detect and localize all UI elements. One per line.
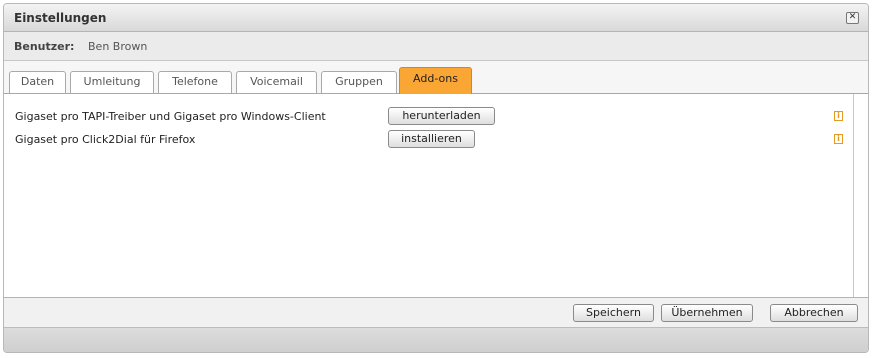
dialog-footer: Speichern Übernehmen Abbrechen — [4, 298, 868, 328]
addon-row-tapi: Gigaset pro TAPI-Treiber und Gigaset pro… — [4, 106, 868, 128]
tab-add-ons[interactable]: Add-ons — [399, 67, 472, 94]
save-button[interactable]: Speichern — [573, 304, 654, 322]
tab-voicemail[interactable]: Voicemail — [236, 71, 317, 93]
tab-gruppen[interactable]: Gruppen — [321, 71, 397, 93]
apply-button[interactable]: Übernehmen — [661, 304, 753, 322]
settings-dialog: Einstellungen ✕ Benutzer: Ben Brown Date… — [3, 3, 869, 353]
dialog-title: Einstellungen — [14, 11, 107, 25]
tab-umleitung[interactable]: Umleitung — [70, 71, 154, 93]
close-icon[interactable]: ✕ — [846, 12, 859, 24]
info-icon[interactable]: i — [834, 134, 843, 144]
tab-daten[interactable]: Daten — [9, 71, 66, 93]
cancel-button[interactable]: Abbrechen — [770, 304, 858, 322]
user-label: Benutzer: — [14, 40, 75, 53]
user-name: Ben Brown — [88, 40, 148, 53]
addons-panel: Gigaset pro TAPI-Treiber und Gigaset pro… — [4, 94, 868, 298]
addon-label: Gigaset pro Click2Dial für Firefox — [15, 133, 196, 146]
addon-row-click2dial: Gigaset pro Click2Dial für Firefox insta… — [4, 129, 868, 151]
user-info-bar: Benutzer: Ben Brown — [4, 32, 868, 61]
tab-telefone[interactable]: Telefone — [158, 71, 232, 93]
tab-strip: Daten Umleitung Telefone Voicemail Grupp… — [4, 61, 868, 94]
download-button[interactable]: herunterladen — [388, 107, 495, 125]
addon-label: Gigaset pro TAPI-Treiber und Gigaset pro… — [15, 110, 326, 123]
status-bar — [4, 328, 868, 352]
title-bar: Einstellungen ✕ — [4, 4, 868, 32]
install-button[interactable]: installieren — [388, 130, 475, 148]
info-icon[interactable]: i — [834, 111, 843, 121]
